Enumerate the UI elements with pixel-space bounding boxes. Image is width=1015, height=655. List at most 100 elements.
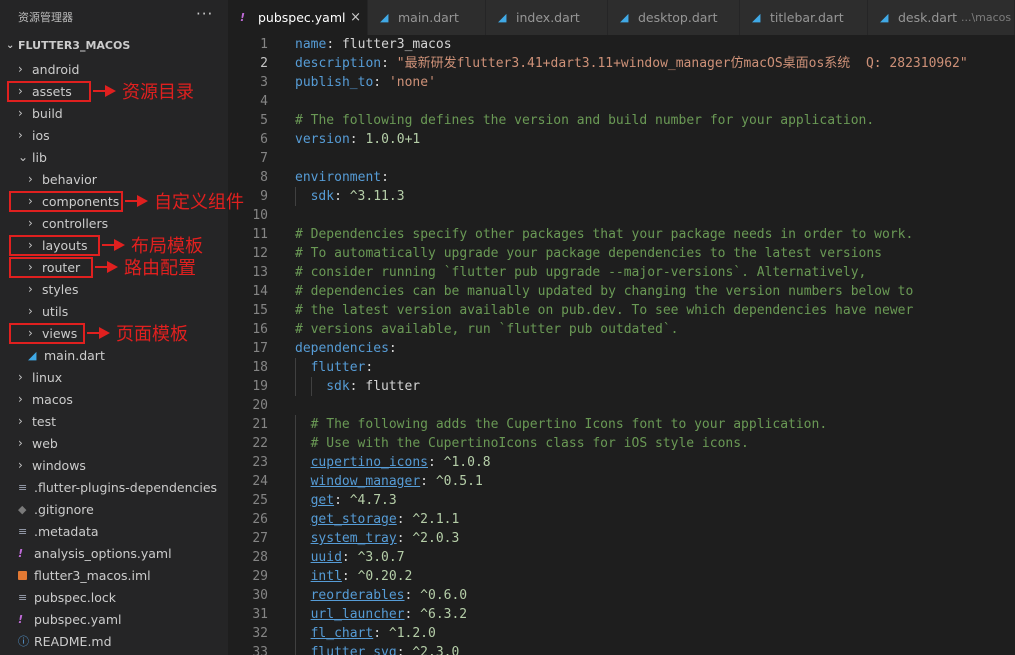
chevron-right-icon: › (28, 172, 33, 186)
tab-index-dart[interactable]: ◢ index.dart (486, 0, 608, 35)
tree-item-main-dart[interactable]: ◢ main.dart (0, 344, 228, 366)
tree-item-label: utils (42, 303, 69, 319)
tree-item-build[interactable]: › build (0, 102, 228, 124)
code-token: 'none' (388, 75, 436, 90)
close-icon[interactable]: × (350, 10, 361, 25)
code-token: : (388, 341, 397, 356)
line-number: 28 (252, 550, 268, 565)
chevron-down-icon: ⌄ (18, 150, 29, 164)
line-number: 4 (260, 94, 268, 109)
indent-guide (295, 377, 296, 396)
code-line: 6 version: 1.0.0+1 (228, 130, 1015, 149)
code-token: environment (295, 170, 382, 185)
tree-item-label: web (32, 435, 58, 451)
tree-item-flutter3-macos-iml[interactable]: flutter3_macos.iml (0, 564, 228, 586)
tree-item-android[interactable]: › android (0, 58, 228, 80)
code-token: : (428, 455, 444, 470)
workspace-root-label: FLUTTER3_MACOS (18, 38, 131, 52)
tree-item-utils[interactable]: › utils (0, 300, 228, 322)
tab-label: index.dart (516, 10, 580, 25)
indent-guide (295, 624, 296, 643)
line-number: 20 (252, 398, 268, 413)
line-number: 14 (252, 284, 268, 299)
tree-item-gitignore[interactable]: ◆ .gitignore (0, 498, 228, 520)
annotation-assets: 资源目录 (93, 79, 194, 103)
code-token: flutter_svg (310, 645, 397, 655)
code-line: 32 fl_chart: ^1.2.0 (228, 624, 1015, 643)
line-number: 3 (260, 75, 268, 90)
code-line: 16 # versions available, run `flutter pub… (228, 320, 1015, 339)
chevron-right-icon: › (18, 106, 23, 120)
tree-item-metadata[interactable]: ≡ .metadata (0, 520, 228, 542)
tree-item-label: pubspec.yaml (34, 611, 122, 627)
tree-item-readme-md[interactable]: ⓘ README.md (0, 630, 228, 652)
tree-item-flutter-plugins-dependencies[interactable]: ≡ .flutter-plugins-dependencies (0, 476, 228, 498)
indent-guide (295, 358, 296, 377)
tree-item-styles[interactable]: › styles (0, 278, 228, 300)
tree-item-pubspec-lock[interactable]: ≡ pubspec.lock (0, 586, 228, 608)
yaml-file-icon: ! (18, 546, 24, 560)
dart-file-icon: ◢ (498, 11, 507, 24)
line-number: 15 (252, 303, 268, 318)
line-number: 5 (260, 113, 268, 128)
code-token: # the latest version available on pub.de… (295, 303, 914, 318)
tree-item-web[interactable]: › web (0, 432, 228, 454)
code-token: # versions available, run `flutter pub o… (295, 322, 679, 337)
dart-file-icon: ◢ (752, 11, 761, 24)
tree-item-ios[interactable]: › ios (0, 124, 228, 146)
code-line: 24 window_manager: ^0.5.1 (228, 472, 1015, 491)
tree-item-analysis-options-yaml[interactable]: ! analysis_options.yaml (0, 542, 228, 564)
arrow-line (87, 332, 99, 334)
tree-item-label: controllers (42, 215, 109, 231)
tree-item-pubspec-yaml[interactable]: ! pubspec.yaml (0, 608, 228, 630)
chevron-right-icon: › (18, 458, 23, 472)
code-token: flutter (365, 379, 421, 394)
tree-item-label: .metadata (34, 523, 99, 539)
tree-item-label: README.md (34, 633, 112, 649)
highlight-box-assets (7, 81, 91, 102)
code-line: 28 uuid: ^3.0.7 (228, 548, 1015, 567)
tab-desktop-dart[interactable]: ◢ desktop.dart (608, 0, 740, 35)
code-token: sdk (326, 379, 350, 394)
yaml-file-icon: ! (240, 11, 246, 24)
code-line: 10 (228, 206, 1015, 225)
arrow-head-icon (114, 239, 125, 251)
code-editor[interactable]: 1 name: flutter3_macos 2 description: "最新研发… (228, 35, 1015, 655)
tree-item-label: lib (32, 149, 47, 165)
line-number: 13 (252, 265, 268, 280)
code-text: # consider running `flutter pub upgrade … (295, 263, 866, 282)
tab-label: desktop.dart (638, 10, 718, 25)
code-line: 30 reorderables: ^0.6.0 (228, 586, 1015, 605)
code-line: 27 system_tray: ^2.0.3 (228, 529, 1015, 548)
chevron-down-icon: ⌄ (6, 39, 15, 51)
tree-item-macos[interactable]: › macos (0, 388, 228, 410)
code-token: get_storage (310, 512, 397, 527)
indent-guide (295, 586, 296, 605)
code-text: publish_to: 'none' (295, 73, 436, 92)
tab-main-dart[interactable]: ◢ main.dart (368, 0, 486, 35)
code-line: 17 dependencies: (228, 339, 1015, 358)
highlight-box-views (9, 323, 85, 344)
tree-item-test[interactable]: › test (0, 410, 228, 432)
code-line: 11 # Dependencies specify other packages … (228, 225, 1015, 244)
code-token: : (326, 37, 342, 52)
tab-desk-dart[interactable]: ◢ desk.dart ...\macos (868, 0, 1015, 35)
tree-item-windows[interactable]: › windows (0, 454, 228, 476)
more-actions-icon[interactable]: ··· (196, 5, 213, 23)
code-text: fl_chart: ^1.2.0 (311, 624, 436, 643)
tab-titlebar-dart[interactable]: ◢ titlebar.dart (740, 0, 868, 35)
dart-file-icon: ◢ (28, 348, 37, 362)
tree-item-controllers[interactable]: › controllers (0, 212, 228, 234)
tree-item-linux[interactable]: › linux (0, 366, 228, 388)
tab-pubspec-yaml[interactable]: ! pubspec.yaml × (228, 0, 368, 35)
doc-file-icon: ≡ (18, 480, 28, 494)
tree-item-behavior[interactable]: › behavior (0, 168, 228, 190)
workspace-root-folder[interactable]: ⌄ FLUTTER3_MACOS (0, 34, 228, 56)
code-token: : (334, 493, 350, 508)
line-number: 25 (252, 493, 268, 508)
tab-label: main.dart (398, 10, 459, 25)
tree-item-lib[interactable]: ⌄ lib (0, 146, 228, 168)
code-token: : (341, 550, 358, 565)
tab-label: titlebar.dart (770, 10, 844, 25)
arrow-head-icon (107, 261, 118, 273)
